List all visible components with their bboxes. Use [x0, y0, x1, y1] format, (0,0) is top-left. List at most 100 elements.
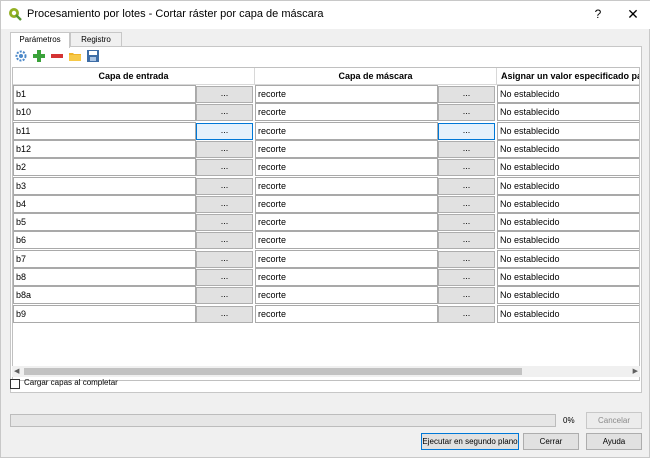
- mask-layer-field[interactable]: recorte: [255, 139, 438, 158]
- input-layer-field[interactable]: b10: [13, 103, 196, 122]
- cancel-button[interactable]: Cancelar: [586, 412, 642, 429]
- browse-input-button[interactable]: ...: [196, 86, 253, 103]
- table-row: b1... recorte... No establecido: [13, 85, 639, 103]
- browse-mask-button[interactable]: ...: [438, 195, 495, 213]
- remove-icon[interactable]: [50, 49, 64, 63]
- input-layer-field[interactable]: b12: [13, 139, 196, 158]
- table-row: b2... recorte... No establecido: [13, 158, 639, 177]
- browse-input-button[interactable]: ...: [196, 159, 253, 177]
- browse-mask-button[interactable]: ...: [438, 177, 495, 195]
- browse-input-button[interactable]: ...: [196, 250, 253, 268]
- input-layer-field[interactable]: b4: [13, 194, 196, 213]
- nodata-value-field[interactable]: No establecido: [497, 304, 639, 323]
- input-layer-field[interactable]: b6: [13, 231, 196, 250]
- close-window-button[interactable]: ✕: [622, 5, 644, 23]
- nodata-value-field[interactable]: No establecido: [497, 176, 639, 195]
- load-layers-checkbox[interactable]: [10, 379, 20, 389]
- column-header-input-layer[interactable]: Capa de entrada: [13, 68, 255, 85]
- add-icon[interactable]: [32, 49, 46, 63]
- browse-mask-button[interactable]: ...: [438, 232, 495, 250]
- mask-layer-field[interactable]: recorte: [255, 194, 438, 213]
- browse-input-button[interactable]: ...: [196, 269, 253, 286]
- table-row: b6... recorte... No establecido: [13, 231, 639, 250]
- column-header-mask-layer[interactable]: Capa de máscara: [255, 68, 497, 85]
- input-layer-field[interactable]: b11: [13, 121, 196, 140]
- nodata-value-field[interactable]: No establecido: [497, 213, 639, 232]
- mask-layer-field[interactable]: recorte: [255, 121, 438, 140]
- input-layer-field[interactable]: b7: [13, 249, 196, 268]
- table-row: b3... recorte... No establecido: [13, 176, 639, 195]
- save-icon[interactable]: [86, 49, 100, 63]
- browse-mask-button[interactable]: ...: [438, 159, 495, 177]
- tab-parametros[interactable]: Parámetros: [10, 32, 70, 48]
- browse-mask-button[interactable]: ...: [438, 250, 495, 268]
- tab-registro[interactable]: Registro: [70, 32, 122, 47]
- nodata-value-field[interactable]: No establecido: [497, 286, 639, 305]
- scroll-right-icon[interactable]: ▶: [633, 366, 638, 377]
- browse-mask-button[interactable]: ...: [438, 214, 495, 232]
- window-title: Procesamiento por lotes - Cortar ráster …: [27, 8, 324, 20]
- nodata-value-field[interactable]: No establecido: [497, 103, 639, 122]
- scrollbar-thumb[interactable]: [24, 368, 522, 375]
- gear-icon[interactable]: [14, 49, 28, 63]
- browse-input-button[interactable]: ...: [196, 305, 253, 323]
- run-background-button[interactable]: Ejecutar en segundo plano: [421, 433, 519, 450]
- load-layers-label: Cargar capas al completar: [24, 378, 118, 387]
- mask-layer-field[interactable]: recorte: [255, 158, 438, 177]
- column-header-nodata-value[interactable]: Asignar un valor especificado para valor…: [497, 68, 639, 85]
- nodata-value-field[interactable]: No establecido: [497, 85, 639, 103]
- browse-mask-button[interactable]: ...: [438, 140, 495, 158]
- browse-input-button[interactable]: ...: [196, 104, 253, 122]
- title-bar: Procesamiento por lotes - Cortar ráster …: [1, 1, 650, 29]
- input-layer-field[interactable]: b8a: [13, 286, 196, 305]
- table-row: b7... recorte... No establecido: [13, 249, 639, 268]
- input-layer-field[interactable]: b8: [13, 268, 196, 286]
- nodata-value-field[interactable]: No establecido: [497, 158, 639, 177]
- nodata-value-field[interactable]: No establecido: [497, 231, 639, 250]
- mask-layer-field[interactable]: recorte: [255, 249, 438, 268]
- browse-input-button[interactable]: ...: [196, 122, 253, 140]
- nodata-value-field[interactable]: No establecido: [497, 268, 639, 286]
- close-button[interactable]: Cerrar: [523, 433, 579, 450]
- progress-bar: [10, 414, 556, 427]
- input-layer-field[interactable]: b3: [13, 176, 196, 195]
- open-folder-icon[interactable]: [68, 49, 82, 63]
- parameters-panel: Capa de entrada Capa de máscara Asignar …: [10, 46, 642, 393]
- nodata-value-field[interactable]: No establecido: [497, 194, 639, 213]
- browse-input-button[interactable]: ...: [196, 287, 253, 305]
- nodata-value-field[interactable]: No establecido: [497, 139, 639, 158]
- mask-layer-field[interactable]: recorte: [255, 286, 438, 305]
- input-layer-field[interactable]: b2: [13, 158, 196, 177]
- browse-input-button[interactable]: ...: [196, 195, 253, 213]
- browse-mask-button[interactable]: ...: [438, 305, 495, 323]
- help-button[interactable]: Ayuda: [586, 433, 642, 450]
- input-layer-field[interactable]: b9: [13, 304, 196, 323]
- browse-mask-button[interactable]: ...: [438, 287, 495, 305]
- scroll-left-icon[interactable]: ◀: [14, 366, 19, 377]
- nodata-value-field[interactable]: No establecido: [497, 249, 639, 268]
- browse-input-button[interactable]: ...: [196, 232, 253, 250]
- mask-layer-field[interactable]: recorte: [255, 231, 438, 250]
- mask-layer-field[interactable]: recorte: [255, 268, 438, 286]
- table-row: b10... recorte... No establecido: [13, 103, 639, 122]
- nodata-value-field[interactable]: No establecido: [497, 121, 639, 140]
- table-row: b11... recorte... No establecido: [13, 121, 639, 140]
- browse-mask-button[interactable]: ...: [438, 122, 495, 140]
- mask-layer-field[interactable]: recorte: [255, 213, 438, 232]
- browse-input-button[interactable]: ...: [196, 177, 253, 195]
- browse-mask-button[interactable]: ...: [438, 269, 495, 286]
- browse-mask-button[interactable]: ...: [438, 86, 495, 103]
- mask-layer-field[interactable]: recorte: [255, 85, 438, 103]
- table-row: b12... recorte... No establecido: [13, 139, 639, 158]
- mask-layer-field[interactable]: recorte: [255, 304, 438, 323]
- help-title-button[interactable]: ?: [587, 5, 609, 23]
- browse-mask-button[interactable]: ...: [438, 104, 495, 122]
- input-layer-field[interactable]: b1: [13, 85, 196, 103]
- browse-input-button[interactable]: ...: [196, 214, 253, 232]
- input-layer-field[interactable]: b5: [13, 213, 196, 232]
- mask-layer-field[interactable]: recorte: [255, 103, 438, 122]
- browse-input-button[interactable]: ...: [196, 140, 253, 158]
- horizontal-scrollbar[interactable]: ◀ ▶: [12, 366, 640, 377]
- mask-layer-field[interactable]: recorte: [255, 176, 438, 195]
- qgis-logo-icon: [9, 8, 22, 21]
